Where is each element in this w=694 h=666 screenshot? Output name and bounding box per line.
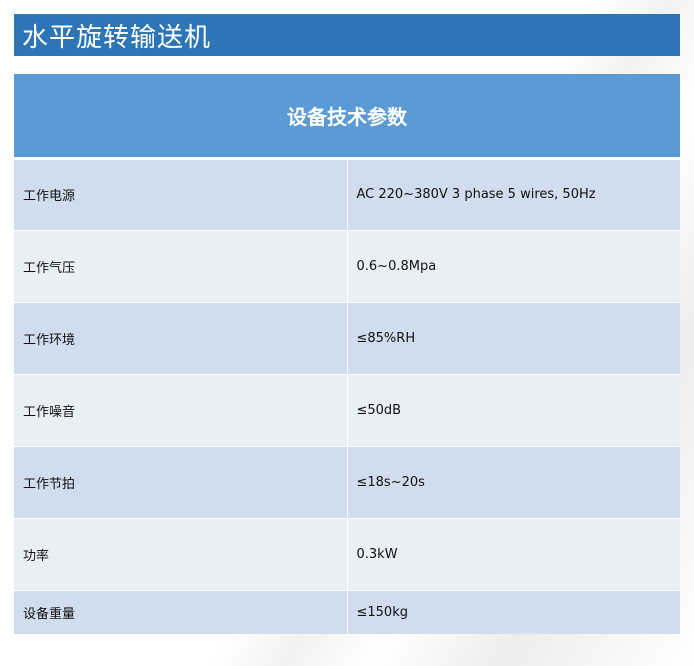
- table-header-row: 设备技术参数: [14, 74, 680, 160]
- table-row: 工作噪音 ≤50dB: [14, 373, 680, 446]
- row-value: 0.3kW: [347, 517, 680, 590]
- row-value: AC 220~380V 3 phase 5 wires, 50Hz: [347, 157, 680, 230]
- table-row: 功率 0.3kW: [14, 517, 680, 590]
- row-value: ≤50dB: [347, 373, 680, 446]
- row-label: 工作噪音: [14, 373, 348, 446]
- row-value: ≤150kg: [347, 589, 680, 634]
- row-label: 工作气压: [14, 229, 348, 302]
- row-label: 设备重量: [14, 589, 348, 634]
- table-row: 工作电源 AC 220~380V 3 phase 5 wires, 50Hz: [14, 157, 680, 230]
- spec-table: 设备技术参数 工作电源 AC 220~380V 3 phase 5 wires,…: [14, 74, 680, 634]
- row-value: 0.6~0.8Mpa: [347, 229, 680, 302]
- table-header: 设备技术参数: [14, 74, 680, 160]
- table-row: 设备重量 ≤150kg: [14, 589, 680, 634]
- table-row: 工作节拍 ≤18s~20s: [14, 445, 680, 518]
- row-value: ≤85%RH: [347, 301, 680, 374]
- row-value: ≤18s~20s: [347, 445, 680, 518]
- page-title: 水平旋转输送机: [22, 22, 212, 53]
- table-row: 工作环境 ≤85%RH: [14, 301, 680, 374]
- row-label: 工作电源: [14, 157, 348, 230]
- row-label: 工作环境: [14, 301, 348, 374]
- row-label: 工作节拍: [14, 445, 348, 518]
- row-label: 功率: [14, 517, 348, 590]
- title-bar: 水平旋转输送机: [14, 14, 680, 56]
- table-row: 工作气压 0.6~0.8Mpa: [14, 229, 680, 302]
- page: 水平旋转输送机 设备技术参数 工作电源 AC 220~380V 3 phase …: [0, 0, 694, 666]
